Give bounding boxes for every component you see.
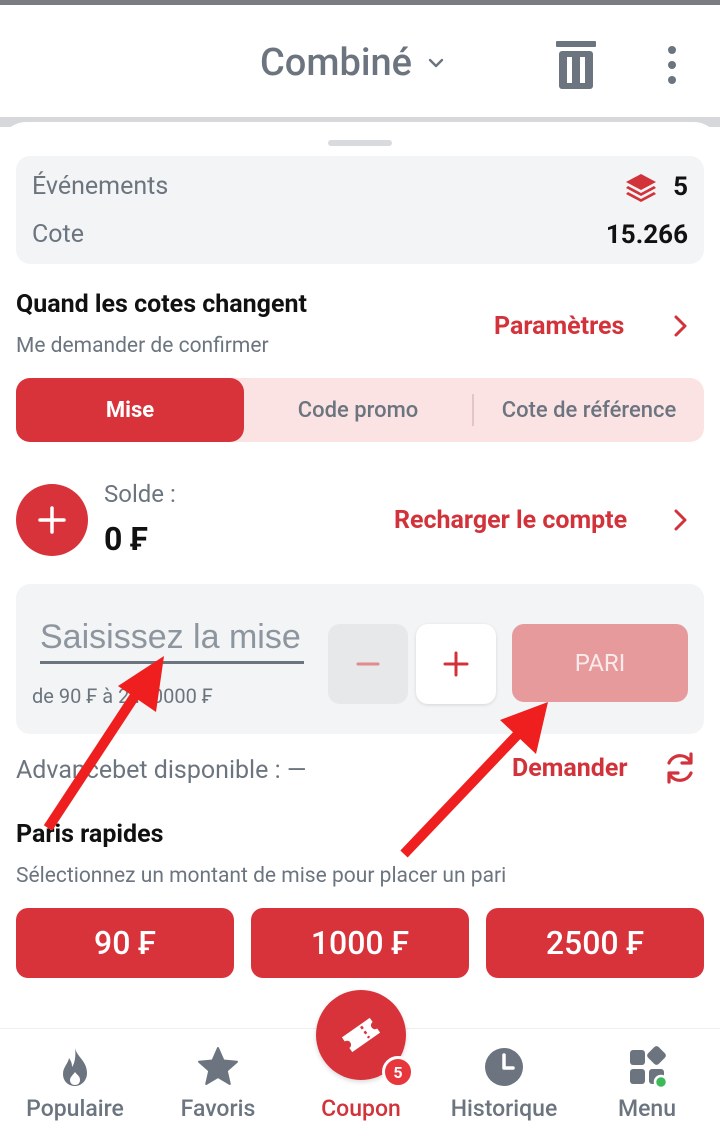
stake-range-hint: de 90 ₣ à 2400000 ₣	[32, 684, 213, 708]
stake-tabs: Mise Code promo Cote de référence	[16, 378, 704, 442]
quick-bet-button[interactable]: 2500 ₣	[486, 908, 704, 978]
decrease-stake-button[interactable]	[328, 624, 408, 704]
quick-bets-title: Paris rapides	[16, 820, 164, 849]
advancebet-label: Advancebet disponible : —	[16, 756, 307, 785]
request-advancebet-link[interactable]: Demander	[512, 754, 628, 783]
plus-icon	[38, 506, 66, 534]
nav-item-favoris[interactable]: Favoris	[146, 1029, 290, 1136]
coupon-count-badge: 5	[382, 1056, 414, 1088]
balance-label: Solde :	[104, 480, 176, 508]
tab-mise[interactable]: Mise	[16, 378, 244, 442]
refresh-icon[interactable]	[662, 750, 698, 786]
balance-value: 0 ₣	[104, 520, 148, 558]
chevron-down-icon	[428, 58, 444, 68]
layers-icon	[626, 174, 656, 202]
star-icon	[198, 1047, 238, 1085]
nav-label: Coupon	[321, 1095, 401, 1122]
trash-icon[interactable]	[556, 39, 596, 91]
odds-value: 15.266	[605, 220, 688, 250]
chevron-right-icon[interactable]	[670, 508, 690, 532]
nav-label: Menu	[617, 1095, 677, 1122]
odds-change-title: Quand les cotes changent	[16, 290, 307, 319]
tab-reference-odds[interactable]: Cote de référence	[474, 378, 704, 442]
recharge-account-link[interactable]: Recharger le compte	[394, 506, 627, 535]
place-bet-button[interactable]: PARI	[512, 624, 688, 702]
bet-summary-card: Événements 5 Cote 15.266	[16, 156, 704, 264]
nav-label: Populaire	[26, 1095, 124, 1122]
bet-type-label: Combiné	[260, 41, 413, 85]
increase-stake-button[interactable]	[416, 624, 496, 704]
minus-icon	[356, 662, 380, 666]
chevron-right-icon[interactable]	[670, 314, 690, 338]
quick-bet-button[interactable]: 1000 ₣	[251, 908, 469, 978]
add-funds-button[interactable]	[16, 484, 88, 556]
ticket-icon	[341, 1017, 381, 1053]
stake-entry-panel: de 90 ₣ à 2400000 ₣ PARI	[16, 584, 704, 734]
clock-icon	[485, 1048, 523, 1086]
nav-item-historique[interactable]: Historique	[432, 1029, 576, 1136]
odds-change-subtitle: Me demander de confirmer	[16, 334, 269, 358]
odds-label: Cote	[32, 220, 84, 249]
grid-icon	[630, 1046, 669, 1089]
bet-type-selector[interactable]: Combiné	[260, 41, 446, 85]
nav-label: Favoris	[180, 1095, 256, 1122]
quick-bets-subtitle: Sélectionnez un montant de mise pour pla…	[16, 864, 507, 888]
more-vertical-icon[interactable]	[660, 45, 684, 85]
nav-label: Historique	[450, 1095, 558, 1122]
plus-icon	[443, 651, 469, 677]
app-header: Combiné	[0, 5, 720, 117]
settings-link[interactable]: Paramètres	[494, 312, 624, 341]
tab-promo-code[interactable]: Code promo	[244, 378, 472, 442]
quick-bet-button[interactable]: 90 ₣	[16, 908, 234, 978]
sheet-drag-handle[interactable]	[328, 140, 392, 146]
nav-item-populaire[interactable]: Populaire	[3, 1029, 147, 1136]
events-label: Événements	[32, 172, 169, 201]
events-count: 5	[673, 172, 688, 202]
nav-item-menu[interactable]: Menu	[575, 1029, 719, 1136]
stake-input[interactable]	[40, 614, 304, 664]
flame-icon	[63, 1048, 87, 1086]
